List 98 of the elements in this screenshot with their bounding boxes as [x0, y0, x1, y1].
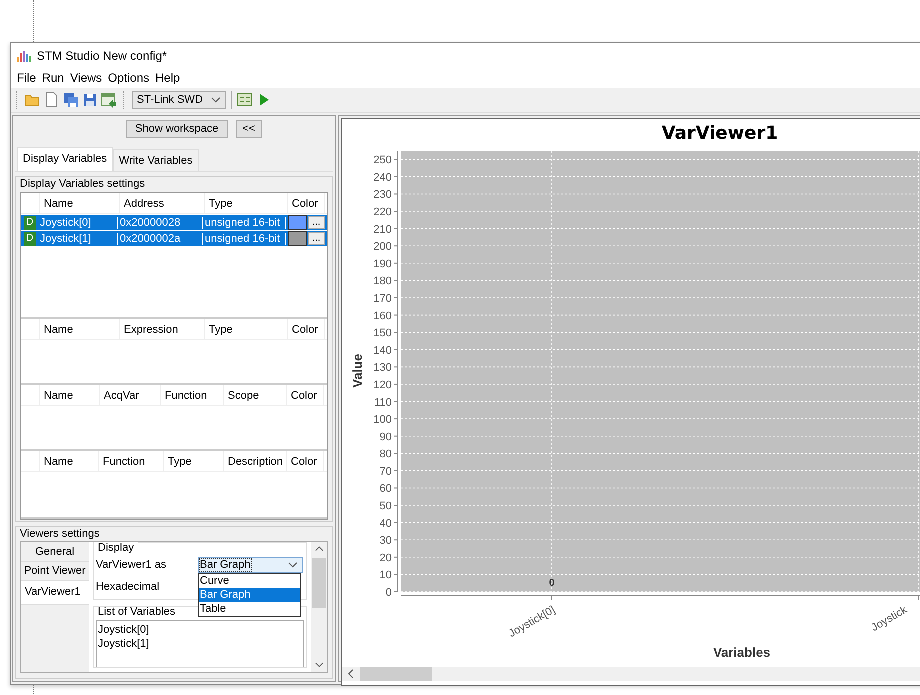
- table-cell: Joystick[0]: [38, 216, 118, 228]
- display-badge: D: [24, 232, 36, 246]
- chart-title: VarViewer1: [662, 123, 778, 144]
- show-workspace-button[interactable]: Show workspace: [126, 120, 228, 138]
- column-header[interactable]: Function: [99, 451, 164, 471]
- column-header[interactable]: Function: [161, 385, 224, 405]
- dropdown-option[interactable]: Bar Graph: [199, 588, 300, 602]
- list-item[interactable]: Joystick[0]: [98, 623, 302, 637]
- column-header[interactable]: Type: [164, 451, 224, 471]
- axis-tick-label: 0: [386, 587, 392, 599]
- axis-tick-label: 200: [374, 241, 392, 254]
- probe-dropdown[interactable]: ST-Link SWD: [132, 91, 226, 109]
- app-logo-icon: [17, 50, 31, 62]
- axis-tick-label: 50: [380, 500, 392, 513]
- color-picker-button[interactable]: ...: [308, 216, 325, 229]
- axis-tick-label: 180: [374, 276, 392, 288]
- scrollbar-thumb[interactable]: [312, 558, 326, 608]
- horizontal-scrollbar[interactable]: [342, 667, 920, 681]
- column-header[interactable]: Expression: [120, 319, 205, 339]
- axis-tick-label: 190: [374, 258, 392, 270]
- vertical-scrollbar[interactable]: [311, 542, 327, 672]
- table-cell: unsigned 16-bit: [203, 216, 286, 228]
- list-view-icon[interactable]: [237, 92, 253, 108]
- axis-title: Variables: [713, 645, 771, 660]
- data-label: 0: [549, 578, 555, 589]
- axis-tick-label: 170: [374, 293, 392, 305]
- caret-icon: [211, 97, 221, 103]
- save-all-icon[interactable]: [63, 92, 79, 108]
- display-badge: D: [24, 216, 36, 230]
- color-picker-button[interactable]: ...: [308, 232, 325, 245]
- menu-item[interactable]: Views: [67, 71, 106, 85]
- table-cell: Joystick[1]: [38, 232, 118, 244]
- column-header[interactable]: Type: [205, 319, 288, 339]
- scroll-up-icon[interactable]: [314, 546, 324, 552]
- column-header[interactable]: Address: [120, 193, 205, 213]
- column-header[interactable]: Type: [205, 193, 288, 213]
- color-swatch[interactable]: [288, 231, 307, 246]
- column-header[interactable]: Color: [287, 451, 324, 471]
- axis-tick-label: 100: [374, 414, 392, 426]
- caret-icon: [288, 562, 298, 568]
- list-item[interactable]: Joystick[1]: [98, 637, 302, 651]
- axis-tick-label: 30: [380, 535, 392, 548]
- tab[interactable]: Write Variables: [113, 149, 199, 171]
- menu-item[interactable]: Run: [39, 71, 68, 85]
- axis-tick-label: 80: [380, 448, 392, 461]
- table-cell: 0x2000002a: [118, 232, 203, 244]
- field-label: Hexadecimal: [96, 581, 161, 593]
- axis-tick-label: 20: [380, 552, 392, 564]
- field-label: VarViewer1 as: [96, 559, 168, 571]
- axis-tick-label: 210: [374, 224, 392, 236]
- tab[interactable]: Display Variables: [17, 147, 114, 171]
- dropdown-option[interactable]: Curve: [199, 574, 300, 588]
- dropdown-option[interactable]: Table: [199, 602, 300, 616]
- axis-title: Value: [350, 354, 365, 388]
- viewer-tab[interactable]: General: [21, 543, 89, 562]
- scroll-left-icon[interactable]: [348, 669, 354, 679]
- table-cell: 0x20000028: [118, 216, 203, 228]
- column-header[interactable]: Name: [40, 451, 99, 471]
- column-header[interactable]: Name: [40, 385, 100, 405]
- column-header[interactable]: Name: [40, 193, 120, 213]
- axis-tick-label: 150: [374, 328, 392, 340]
- axis-tick-label: 60: [380, 483, 392, 496]
- save-icon[interactable]: [82, 92, 98, 108]
- axis-tick-label: 130: [374, 362, 392, 374]
- menu-item[interactable]: Options: [105, 71, 153, 85]
- axis-tick-label: 40: [380, 518, 392, 530]
- column-header[interactable]: AcqVar: [100, 385, 161, 405]
- axis-tick-label: 250: [374, 154, 392, 167]
- column-header[interactable]: Color: [287, 385, 324, 405]
- axis-tick-label: 220: [374, 206, 392, 219]
- axis-tick-label: 240: [374, 172, 392, 184]
- group-title: Viewers settings: [19, 527, 101, 541]
- column-header[interactable]: Description: [224, 451, 287, 471]
- group-title: Display: [94, 542, 138, 554]
- window-title: STM Studio New config*: [37, 48, 168, 62]
- axis-tick-label: 230: [374, 189, 392, 202]
- axis-tick-label: 120: [374, 379, 392, 392]
- new-file-icon[interactable]: [44, 92, 60, 108]
- axis-tick-label: 90: [380, 431, 392, 444]
- color-swatch[interactable]: [288, 215, 307, 230]
- axis-tick-label: 160: [374, 310, 392, 322]
- scrollbar-thumb[interactable]: [360, 667, 432, 681]
- axis-tick-label: 10: [380, 570, 392, 582]
- axis-tick-label: 110: [374, 396, 392, 409]
- table-cell: unsigned 16-bit: [203, 232, 286, 244]
- collapse-button[interactable]: <<: [236, 120, 262, 138]
- menu-item[interactable]: Help: [152, 71, 184, 85]
- column-header[interactable]: Scope: [224, 385, 287, 405]
- column-header[interactable]: Color: [288, 319, 325, 339]
- group-title: Display Variables settings: [19, 177, 146, 191]
- column-header[interactable]: Name: [40, 319, 120, 339]
- scroll-down-icon[interactable]: [314, 662, 324, 668]
- column-header[interactable]: Color: [288, 193, 325, 213]
- axis-tick-label: 70: [380, 466, 392, 478]
- export-icon[interactable]: [101, 92, 117, 108]
- axis-tick-label: 140: [374, 344, 392, 357]
- viewer-tab[interactable]: VarViewer1: [21, 581, 89, 605]
- menu-item[interactable]: File: [14, 71, 40, 85]
